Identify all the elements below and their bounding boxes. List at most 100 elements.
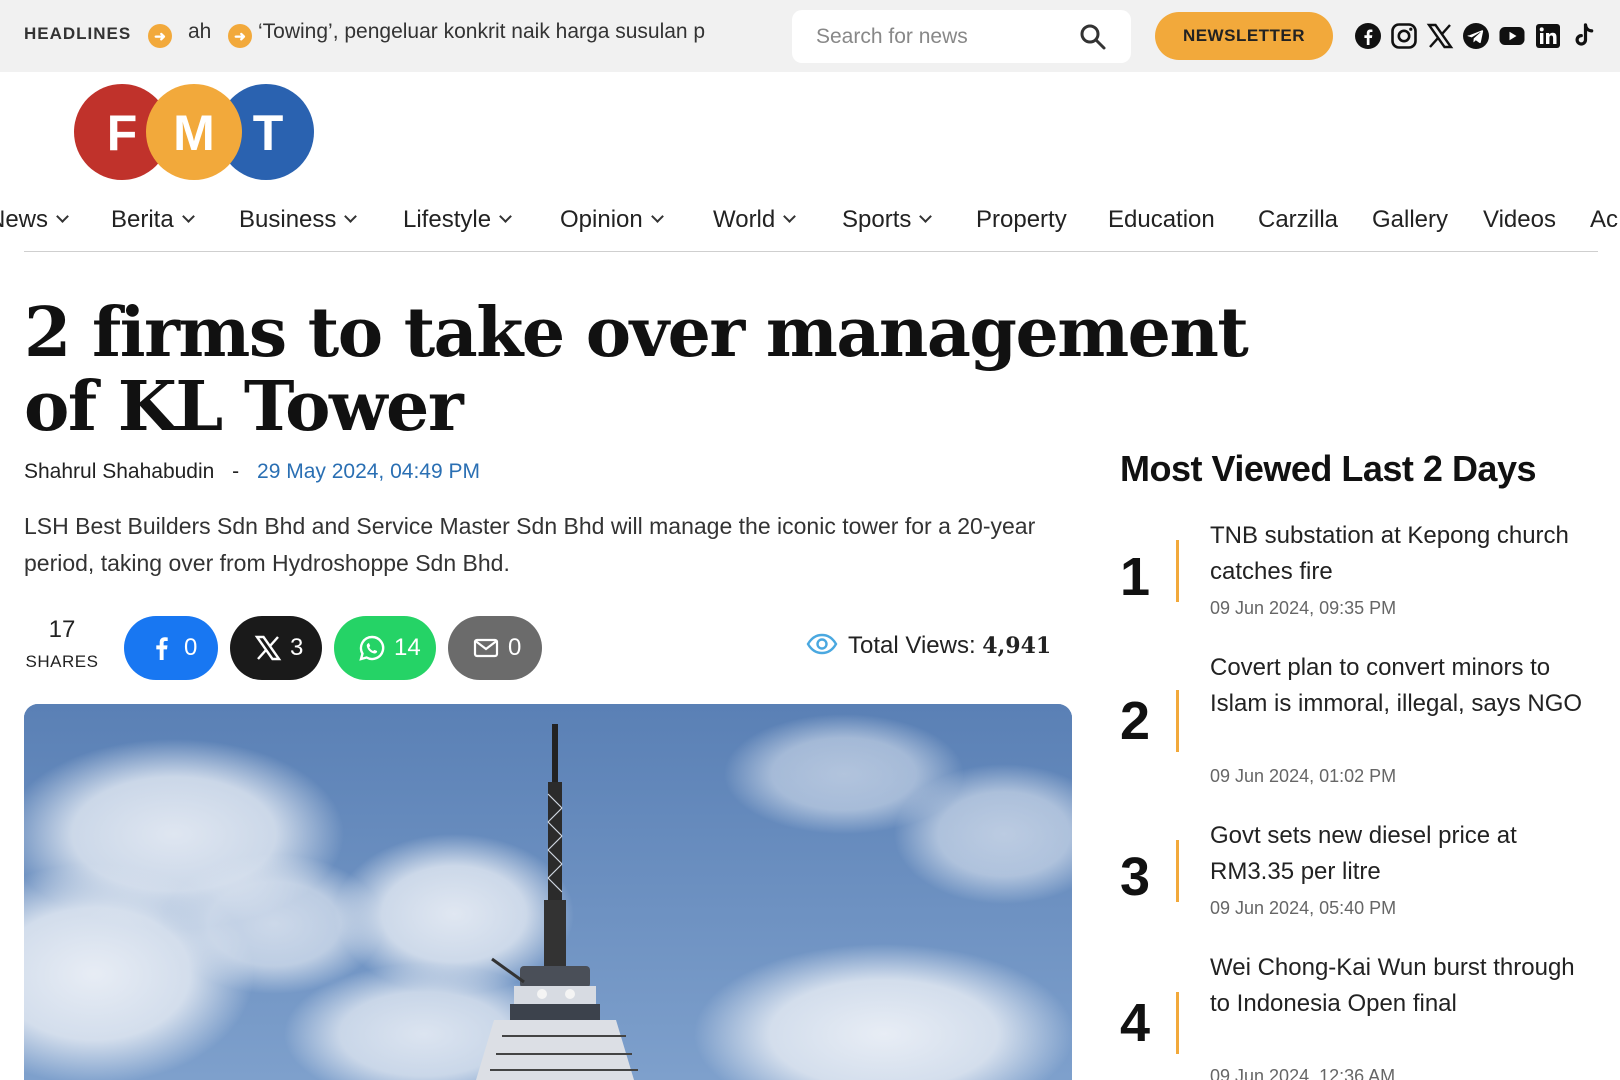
nav-item-berita[interactable]: Berita	[111, 206, 195, 234]
publish-date: 29 May 2024, 04:49 PM	[257, 460, 480, 483]
linkedin-icon[interactable]	[1534, 22, 1562, 50]
nav-item-business[interactable]: Business	[239, 206, 358, 234]
nav-item-more[interactable]: Ac	[1590, 206, 1618, 234]
logo-letter-f: F	[107, 105, 138, 161]
telegram-icon[interactable]	[1462, 22, 1490, 50]
ticker-item[interactable]: ‘Towing’, pengeluar konkrit naik harga s…	[258, 20, 770, 44]
nav-item-label: Sports	[842, 206, 912, 233]
chevron-down-icon	[344, 210, 358, 223]
chevron-down-icon	[919, 210, 933, 223]
nav-item-label: Property	[976, 206, 1067, 233]
most-viewed-title: Most Viewed Last 2 Days	[1120, 448, 1537, 489]
share-x-count: 3	[290, 634, 304, 661]
nav-item-label: Opinion	[560, 206, 643, 233]
most-viewed-item[interactable]: 4 Wei Chong-Kai Wun burst through to Ind…	[1120, 950, 1600, 1080]
rank-number: 4	[1120, 993, 1151, 1053]
share-email-count: 0	[508, 634, 522, 661]
rank-divider	[1176, 840, 1179, 902]
nav-item-label: Ac	[1590, 206, 1619, 233]
rank-divider	[1176, 540, 1179, 602]
chevron-down-icon	[56, 210, 69, 223]
chevron-down-icon	[181, 210, 195, 223]
share-facebook-button[interactable]: 0	[124, 616, 218, 680]
nav-item-label: Gallery	[1372, 206, 1449, 233]
logo-letter-t: T	[253, 105, 284, 161]
chevron-down-icon	[650, 210, 664, 223]
rank-number: 1	[1120, 547, 1151, 607]
facebook-icon	[156, 637, 168, 660]
views-label: Total Views:	[848, 632, 976, 659]
rank-number: 2	[1120, 691, 1151, 751]
search-icon[interactable]	[1078, 22, 1108, 52]
most-viewed-date: 09 Jun 2024, 09:35 PM	[1210, 598, 1397, 618]
tiktok-icon[interactable]	[1570, 22, 1598, 50]
fmt-logo[interactable]: F M T	[74, 84, 314, 180]
newsletter-button[interactable]: NEWSLETTER	[1155, 12, 1333, 60]
nav-item-gallery[interactable]: Gallery	[1372, 206, 1448, 234]
main-nav: News Berita Business Lifestyle Opinion W…	[0, 200, 1620, 246]
nav-item-world[interactable]: World	[713, 206, 797, 234]
nav-item-videos[interactable]: Videos	[1483, 206, 1556, 234]
whatsapp-icon	[359, 635, 385, 661]
byline: Shahrul Shahabudin - 29 May 2024, 04:49 …	[24, 460, 480, 484]
youtube-icon[interactable]	[1498, 22, 1526, 50]
share-whatsapp-count: 14	[394, 634, 421, 661]
nav-item-carzilla[interactable]: Carzilla	[1258, 206, 1338, 234]
share-email-button[interactable]: 0	[448, 616, 542, 680]
most-viewed-item[interactable]: 2 Covert plan to convert minors to Islam…	[1120, 650, 1600, 790]
article-headline: 2 firms to take over management of KL To…	[24, 293, 1249, 447]
nav-divider	[24, 251, 1598, 252]
nav-item-label: Carzilla	[1258, 206, 1339, 233]
byline-separator: -	[232, 460, 240, 483]
facebook-icon[interactable]	[1354, 22, 1382, 50]
x-icon[interactable]	[1426, 22, 1454, 50]
rank-divider	[1176, 690, 1179, 752]
nav-item-label: Videos	[1483, 206, 1556, 233]
views-count: 4,941	[982, 633, 1052, 659]
article-hero-image	[24, 704, 1072, 1080]
nav-item-property[interactable]: Property	[976, 206, 1067, 234]
rank-divider	[1176, 992, 1179, 1054]
top-bar: HEADLINES ➜ ah ➜ ‘Towing’, pengeluar kon…	[0, 0, 1620, 72]
share-count-label: SHARES	[25, 652, 99, 671]
most-viewed-date: 09 Jun 2024, 05:40 PM	[1210, 898, 1397, 918]
search-box[interactable]: Search for news	[792, 10, 1131, 63]
nav-item-education[interactable]: Education	[1108, 206, 1215, 234]
most-viewed-link[interactable]: TNB substation at Kepong church catches …	[1210, 518, 1600, 590]
arrow-right-icon: ➜	[148, 24, 172, 48]
chevron-down-icon	[499, 210, 512, 223]
nav-item-opinion[interactable]: Opinion	[560, 206, 664, 234]
author-name[interactable]: Shahrul Shahabudin	[24, 460, 214, 483]
nav-item-label: News	[0, 206, 49, 233]
nav-item-sports[interactable]: Sports	[842, 206, 933, 234]
logo-letter-m: M	[173, 105, 215, 161]
headlines-label: HEADLINES	[24, 24, 132, 43]
share-facebook-count: 0	[184, 634, 198, 661]
nav-item-label: Business	[239, 206, 337, 233]
most-viewed-link[interactable]: Covert plan to convert minors to Islam i…	[1210, 650, 1600, 722]
arrow-right-icon: ➜	[228, 24, 252, 48]
nav-item-lifestyle[interactable]: Lifestyle	[403, 206, 512, 234]
most-viewed-link[interactable]: Wei Chong-Kai Wun burst through to Indon…	[1210, 950, 1600, 1022]
total-views: Total Views: 4,941	[806, 632, 1051, 660]
x-icon	[254, 635, 282, 661]
share-x-button[interactable]: 3	[230, 616, 322, 680]
search-input[interactable]: Search for news	[816, 25, 968, 49]
email-icon	[473, 638, 499, 658]
share-whatsapp-button[interactable]: 14	[334, 616, 436, 680]
most-viewed-item[interactable]: 3 Govt sets new diesel price at RM3.35 p…	[1120, 818, 1600, 924]
ticker-item[interactable]: ah	[188, 20, 218, 44]
chevron-down-icon	[783, 210, 797, 223]
nav-item-label: World	[713, 206, 776, 233]
most-viewed-date: 09 Jun 2024, 01:02 PM	[1210, 766, 1397, 786]
nav-item-label: Berita	[111, 206, 174, 233]
most-viewed-date: 09 Jun 2024, 12:36 AM	[1210, 1066, 1396, 1080]
share-count-number: 17	[48, 616, 76, 643]
instagram-icon[interactable]	[1390, 22, 1418, 50]
most-viewed-item[interactable]: 1 TNB substation at Kepong church catche…	[1120, 518, 1600, 624]
eye-icon	[806, 633, 838, 654]
nav-item-news[interactable]: News	[0, 206, 69, 234]
share-count: 17 SHARES	[24, 616, 100, 672]
nav-item-label: Education	[1108, 206, 1215, 233]
most-viewed-link[interactable]: Govt sets new diesel price at RM3.35 per…	[1210, 818, 1600, 890]
